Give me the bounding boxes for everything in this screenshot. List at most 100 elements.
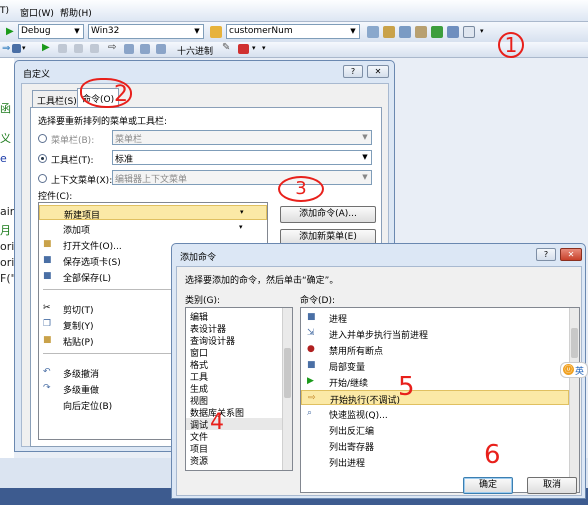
menubar-select-value: 菜单栏 [115,135,143,145]
command-label: 进入并单步执行当前进程 [329,331,429,341]
solution-explorer-icon[interactable] [383,26,395,38]
find-in-files-icon[interactable] [367,26,379,38]
close-button[interactable]: ✕ [367,65,389,78]
ime-label: 英 [575,367,585,377]
scrollbar-thumb[interactable] [284,348,291,398]
command-item[interactable]: 列出反汇编 [301,422,569,437]
platform-combo[interactable]: Win32 ▼ [88,24,204,39]
category-item[interactable]: 窗口 [186,346,282,359]
context-menu-select[interactable]: 编辑器上下文菜单 ▼ [112,170,372,185]
list-item[interactable]: 新建项目 ▾ [39,205,267,221]
window-icon[interactable] [463,26,475,38]
menubar-radio[interactable] [38,134,47,143]
category-item[interactable]: 生成 [186,382,282,395]
list-item-label: 剪切(T) [63,306,94,316]
command-label: 列出进程 [329,459,366,469]
step-over-icon[interactable] [140,44,150,54]
step-into-icon[interactable] [124,44,134,54]
menu-item-window[interactable]: 窗口(W) [20,6,54,19]
categories-list[interactable]: 编辑 表设计器 查询设计器 窗口 格式 工具 生成 视图 数据库关系图 调试 文件 项目 资源 [185,307,293,471]
chevron-down-icon: ▼ [362,153,368,161]
config-combo[interactable]: Debug ▼ [18,24,84,39]
category-item[interactable]: 格式 [186,358,282,371]
list-item-label: 新建项目 [64,211,101,221]
command-item[interactable]: ⇨ 开始执行(不调试) [301,390,569,406]
undo-icon: ↶ [43,367,51,377]
category-item[interactable]: 资源 [186,454,282,467]
ime-indicator[interactable]: ⓤ 英 [560,362,588,378]
categories-scrollbar[interactable] [282,308,292,470]
chevron-down-icon: ▼ [350,27,356,35]
rearrange-prompt: 选择要重新排列的菜单或工具栏: [38,117,168,127]
start-icon[interactable]: ▶ [42,42,50,53]
command-label: 进程 [329,315,348,325]
ok-button[interactable]: 确定 [463,477,513,494]
toolbox-icon[interactable] [415,26,427,38]
show-next-statement-icon[interactable]: ⇨ [108,42,116,53]
menubar-select[interactable]: 菜单栏 ▼ [112,130,372,145]
start-page-icon[interactable] [447,26,459,38]
cancel-button[interactable]: 取消 [527,477,577,494]
help-button[interactable]: ? [343,65,363,78]
command-item[interactable]: 列出寄存器 [301,438,569,453]
chevron-down-icon[interactable]: ▾ [252,44,256,52]
quick-watch-icon: ⌕ [307,408,313,418]
toolbar-options-icon[interactable]: ▾ [262,44,266,52]
command-item[interactable]: ■ 局部变量 [301,358,569,373]
category-item[interactable]: 工具 [186,370,282,383]
continue-icon[interactable]: ⇒ [2,43,10,54]
find-icon[interactable] [210,26,222,38]
command-item[interactable]: ● 禁用所有断点 [301,342,569,357]
hex-display-button[interactable]: 十六进制 [177,44,213,57]
pause-icon[interactable] [12,44,21,53]
breakpoint-icon[interactable]: ✎ [222,42,230,53]
continue-icon: ▶ [307,376,314,386]
editor-line: 义 [0,132,11,145]
toolbar-options-icon[interactable]: ▾ [480,27,484,35]
step-out-icon[interactable] [156,44,166,54]
toolbar-select[interactable]: 标准 ▼ [112,150,372,165]
context-menu-radio[interactable] [38,174,47,183]
tab-toolbars[interactable]: 工具栏(S) [32,90,82,107]
class-view-icon[interactable] [431,26,443,38]
redo-icon: ↷ [43,383,51,393]
break-all-icon[interactable] [58,44,67,53]
command-item[interactable]: ⌕ 快速监视(Q)... [301,406,569,421]
editor-line: 函 [0,102,11,115]
windows-icon[interactable] [238,44,249,54]
commands-scrollbar[interactable] [569,308,579,492]
command-item[interactable]: 列出进程 [301,454,569,469]
category-item[interactable]: 调试 [186,418,282,431]
category-item[interactable]: 项目 [186,442,282,455]
properties-icon[interactable] [399,26,411,38]
menu-item-tools[interactable]: T) [0,6,9,16]
add-command-button[interactable]: 添加命令(A)... [280,206,376,223]
category-item[interactable]: 表设计器 [186,322,282,335]
command-item[interactable]: ▶ 开始/继续 [301,374,569,389]
toolbar-radio[interactable] [38,154,47,163]
start-debug-icon[interactable]: ▶ [6,26,14,37]
category-item[interactable]: 视图 [186,394,282,407]
close-button[interactable]: ✕ [560,248,582,261]
chevron-down-icon: ▼ [74,27,80,35]
toolbar-options-icon[interactable]: ▾ [22,44,26,52]
stop-icon[interactable] [74,44,83,53]
copy-icon: ❐ [43,319,52,329]
scrollbar-thumb[interactable] [571,328,578,358]
list-item[interactable]: 添加项 ▾ [39,221,267,236]
list-item-label: 保存选项卡(S) [63,258,121,268]
category-item[interactable]: 查询设计器 [186,334,282,347]
category-item[interactable]: 数据库关系图 [186,406,282,419]
command-item[interactable]: ■ 进程 [301,310,569,325]
toolbar-radio-label: 工具栏(T): [51,156,94,166]
commands-list[interactable]: ■ 进程 ⇲ 进入并单步执行当前进程 ● 禁用所有断点 ■ 局部变量 ▶ 开始/继续 ⇨ 开始执行(不… [300,307,580,493]
command-label: 局部变量 [329,363,366,373]
category-item[interactable]: 文件 [186,430,282,443]
menu-item-help[interactable]: 帮助(H) [60,6,92,19]
list-item-label: 粘贴(P) [63,338,94,348]
restart-icon[interactable] [90,44,99,53]
find-combo[interactable]: customerNum ▼ [226,24,360,39]
command-item[interactable]: ⇲ 进入并单步执行当前进程 [301,326,569,341]
category-item[interactable]: 编辑 [186,310,282,323]
help-button[interactable]: ? [536,248,556,261]
